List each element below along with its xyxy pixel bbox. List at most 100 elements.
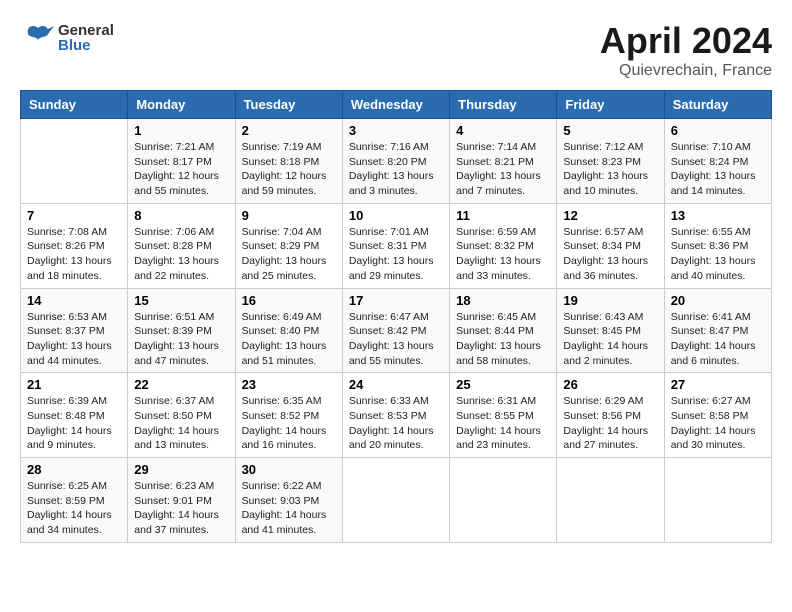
day-number: 2 [242,123,336,138]
calendar-cell: 13 Sunrise: 6:55 AMSunset: 8:36 PMDayligh… [664,203,771,288]
header-friday: Friday [557,91,664,119]
day-number: 13 [671,208,765,223]
day-number: 18 [456,293,550,308]
day-info: Sunrise: 6:51 AMSunset: 8:39 PMDaylight:… [134,310,228,369]
calendar-cell: 14 Sunrise: 6:53 AMSunset: 8:37 PMDayligh… [21,288,128,373]
month-title: April 2024 [600,20,772,62]
calendar-body: 1 Sunrise: 7:21 AMSunset: 8:17 PMDaylight… [21,119,772,543]
day-number: 8 [134,208,228,223]
logo-general: General [58,23,114,38]
day-number: 1 [134,123,228,138]
calendar-cell: 7 Sunrise: 7:08 AMSunset: 8:26 PMDaylight… [21,203,128,288]
logo: General Blue [20,20,114,56]
day-info: Sunrise: 7:08 AMSunset: 8:26 PMDaylight:… [27,225,121,284]
day-number: 12 [563,208,657,223]
day-number: 22 [134,377,228,392]
calendar-header-row: SundayMondayTuesdayWednesdayThursdayFrid… [21,91,772,119]
calendar-cell: 8 Sunrise: 7:06 AMSunset: 8:28 PMDaylight… [128,203,235,288]
calendar-cell [342,458,449,543]
calendar-cell: 2 Sunrise: 7:19 AMSunset: 8:18 PMDaylight… [235,119,342,204]
day-info: Sunrise: 6:47 AMSunset: 8:42 PMDaylight:… [349,310,443,369]
day-number: 16 [242,293,336,308]
page-header: General Blue April 2024 Quievrechain, Fr… [20,20,772,80]
day-number: 23 [242,377,336,392]
day-number: 27 [671,377,765,392]
day-info: Sunrise: 6:57 AMSunset: 8:34 PMDaylight:… [563,225,657,284]
day-info: Sunrise: 7:10 AMSunset: 8:24 PMDaylight:… [671,140,765,199]
logo-blue: Blue [58,38,114,53]
day-info: Sunrise: 6:29 AMSunset: 8:56 PMDaylight:… [563,394,657,453]
calendar-cell: 23 Sunrise: 6:35 AMSunset: 8:52 PMDayligh… [235,373,342,458]
calendar-cell: 9 Sunrise: 7:04 AMSunset: 8:29 PMDaylight… [235,203,342,288]
day-info: Sunrise: 7:06 AMSunset: 8:28 PMDaylight:… [134,225,228,284]
day-info: Sunrise: 6:43 AMSunset: 8:45 PMDaylight:… [563,310,657,369]
day-info: Sunrise: 6:39 AMSunset: 8:48 PMDaylight:… [27,394,121,453]
location-subtitle: Quievrechain, France [600,62,772,80]
day-number: 6 [671,123,765,138]
day-number: 15 [134,293,228,308]
calendar-cell: 30 Sunrise: 6:22 AMSunset: 9:03 PMDayligh… [235,458,342,543]
day-number: 7 [27,208,121,223]
day-number: 14 [27,293,121,308]
calendar-table: SundayMondayTuesdayWednesdayThursdayFrid… [20,90,772,543]
calendar-cell: 24Sunrise: 6:33 AMSunset: 8:53 PMDayligh… [342,373,449,458]
day-info: Sunrise: 6:53 AMSunset: 8:37 PMDaylight:… [27,310,121,369]
calendar-cell: 10Sunrise: 7:01 AMSunset: 8:31 PMDayligh… [342,203,449,288]
week-row-1: 1 Sunrise: 7:21 AMSunset: 8:17 PMDaylight… [21,119,772,204]
logo-text: General Blue [20,20,114,56]
calendar-cell [450,458,557,543]
day-info: Sunrise: 6:59 AMSunset: 8:32 PMDaylight:… [456,225,550,284]
calendar-cell: 3 Sunrise: 7:16 AMSunset: 8:20 PMDaylight… [342,119,449,204]
day-info: Sunrise: 7:19 AMSunset: 8:18 PMDaylight:… [242,140,336,199]
header-saturday: Saturday [664,91,771,119]
calendar-cell [557,458,664,543]
day-number: 25 [456,377,550,392]
header-wednesday: Wednesday [342,91,449,119]
calendar-cell: 25Sunrise: 6:31 AMSunset: 8:55 PMDayligh… [450,373,557,458]
day-number: 17 [349,293,443,308]
week-row-2: 7 Sunrise: 7:08 AMSunset: 8:26 PMDaylight… [21,203,772,288]
calendar-cell: 27Sunrise: 6:27 AMSunset: 8:58 PMDayligh… [664,373,771,458]
day-info: Sunrise: 6:22 AMSunset: 9:03 PMDaylight:… [242,479,336,538]
day-number: 5 [563,123,657,138]
day-info: Sunrise: 7:21 AMSunset: 8:17 PMDaylight:… [134,140,228,199]
calendar-cell: 26Sunrise: 6:29 AMSunset: 8:56 PMDayligh… [557,373,664,458]
header-sunday: Sunday [21,91,128,119]
calendar-cell: 22 Sunrise: 6:37 AMSunset: 8:50 PMDayligh… [128,373,235,458]
title-block: April 2024 Quievrechain, France [600,20,772,80]
day-info: Sunrise: 7:16 AMSunset: 8:20 PMDaylight:… [349,140,443,199]
calendar-cell: 6 Sunrise: 7:10 AMSunset: 8:24 PMDaylight… [664,119,771,204]
week-row-4: 21 Sunrise: 6:39 AMSunset: 8:48 PMDayligh… [21,373,772,458]
day-info: Sunrise: 7:04 AMSunset: 8:29 PMDaylight:… [242,225,336,284]
day-number: 21 [27,377,121,392]
week-row-5: 28Sunrise: 6:25 AMSunset: 8:59 PMDayligh… [21,458,772,543]
calendar-cell: 4 Sunrise: 7:14 AMSunset: 8:21 PMDaylight… [450,119,557,204]
day-info: Sunrise: 6:49 AMSunset: 8:40 PMDaylight:… [242,310,336,369]
day-info: Sunrise: 6:35 AMSunset: 8:52 PMDaylight:… [242,394,336,453]
calendar-cell: 17 Sunrise: 6:47 AMSunset: 8:42 PMDayligh… [342,288,449,373]
day-info: Sunrise: 6:55 AMSunset: 8:36 PMDaylight:… [671,225,765,284]
day-info: Sunrise: 6:41 AMSunset: 8:47 PMDaylight:… [671,310,765,369]
day-info: Sunrise: 6:23 AMSunset: 9:01 PMDaylight:… [134,479,228,538]
calendar-cell: 18 Sunrise: 6:45 AMSunset: 8:44 PMDayligh… [450,288,557,373]
calendar-cell: 5 Sunrise: 7:12 AMSunset: 8:23 PMDaylight… [557,119,664,204]
calendar-cell: 28Sunrise: 6:25 AMSunset: 8:59 PMDayligh… [21,458,128,543]
calendar-cell: 21 Sunrise: 6:39 AMSunset: 8:48 PMDayligh… [21,373,128,458]
calendar-cell: 11 Sunrise: 6:59 AMSunset: 8:32 PMDayligh… [450,203,557,288]
day-info: Sunrise: 6:45 AMSunset: 8:44 PMDaylight:… [456,310,550,369]
day-number: 30 [242,462,336,477]
day-info: Sunrise: 6:37 AMSunset: 8:50 PMDaylight:… [134,394,228,453]
day-number: 19 [563,293,657,308]
header-tuesday: Tuesday [235,91,342,119]
calendar-cell: 16 Sunrise: 6:49 AMSunset: 8:40 PMDayligh… [235,288,342,373]
day-number: 3 [349,123,443,138]
day-info: Sunrise: 7:01 AMSunset: 8:31 PMDaylight:… [349,225,443,284]
day-number: 24 [349,377,443,392]
calendar-cell: 19 Sunrise: 6:43 AMSunset: 8:45 PMDayligh… [557,288,664,373]
day-number: 4 [456,123,550,138]
day-number: 11 [456,208,550,223]
day-number: 9 [242,208,336,223]
day-info: Sunrise: 7:14 AMSunset: 8:21 PMDaylight:… [456,140,550,199]
day-number: 29 [134,462,228,477]
day-info: Sunrise: 7:12 AMSunset: 8:23 PMDaylight:… [563,140,657,199]
